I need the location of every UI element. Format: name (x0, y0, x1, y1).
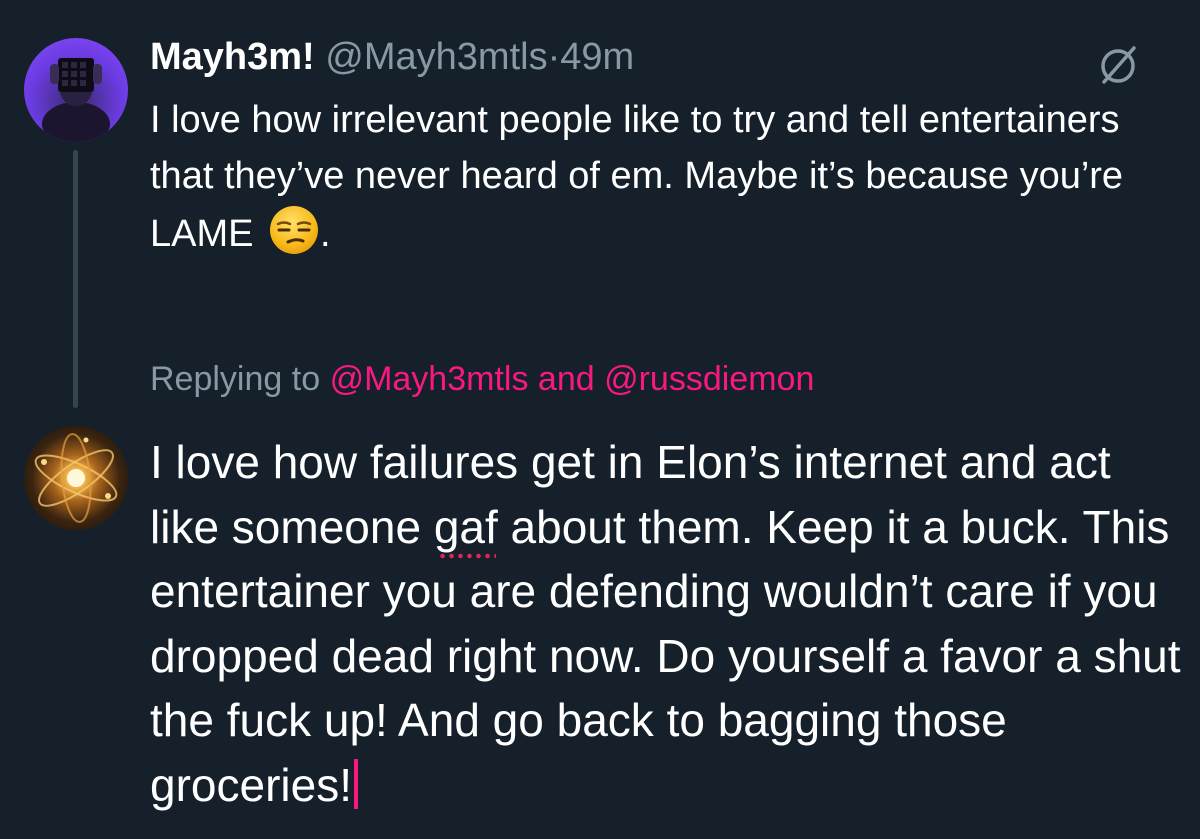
misspelled-word[interactable]: gaf (434, 501, 498, 553)
reply-text-input[interactable]: I love how failures get in Elon’s intern… (150, 430, 1190, 817)
replying-to: Replying to @Mayh3mtls and @russdiemon (150, 356, 814, 402)
thread-line (73, 150, 78, 408)
mention-conjunction[interactable]: and (538, 360, 595, 398)
separator-dot: · (547, 36, 561, 78)
avatar[interactable] (24, 38, 128, 142)
tweet-text-end: . (320, 213, 331, 255)
avatar[interactable] (24, 426, 128, 530)
author-name[interactable]: Mayh3m! (150, 36, 315, 78)
no-entry-icon[interactable] (1096, 42, 1142, 88)
mention-link[interactable]: @russdiemon (604, 360, 814, 398)
timestamp[interactable]: 49m (560, 36, 634, 78)
tweet-text: I love how irrelevant people like to try… (150, 92, 1180, 262)
author-handle[interactable]: @Mayh3mtls (325, 36, 547, 78)
mention-link[interactable]: @Mayh3mtls (330, 360, 529, 398)
unamused-face-icon (268, 204, 320, 256)
tweet-header: Mayh3m! @Mayh3mtls·49m (150, 34, 634, 80)
replying-to-label: Replying to (150, 360, 321, 398)
text-cursor (353, 758, 358, 809)
